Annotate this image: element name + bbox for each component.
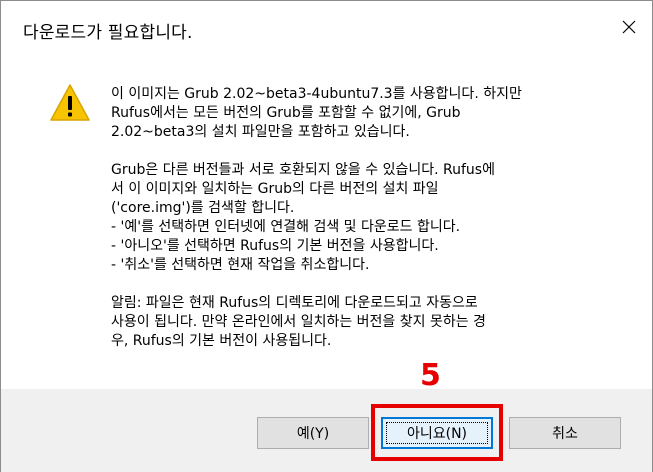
warning-icon: [50, 84, 90, 121]
title-bar: 다운로드가 필요합니다.: [1, 1, 652, 53]
message-line: 2.02~beta3의 설치 파일만을 포함하고 있습니다.: [111, 124, 410, 140]
dialog-message: 이 이미지는 Grub 2.02~beta3-4ubuntu7.3를 사용합니다…: [111, 85, 631, 351]
message-line: - '취소'를 선택하면 현재 작업을 취소합니다.: [111, 257, 370, 273]
message-line: 알림: 파일은 현재 Rufus의 디렉토리에 다운로드되고 자동으로: [111, 295, 478, 311]
message-line: Rufus에서는 모든 버전의 Grub를 포함할 수 없기에, Grub: [111, 105, 461, 121]
cancel-button-label: 취소: [552, 426, 578, 442]
download-required-dialog: 다운로드가 필요합니다. 이 이미지는 Grub 2.02~beta3-4ubu…: [0, 0, 653, 472]
message-line: 우, Rufus의 기본 버전이 사용됩니다.: [111, 333, 332, 349]
message-line: - '아니오'를 선택하면 Rufus의 기본 버전을 사용합니다.: [111, 238, 439, 254]
message-line: ('core.img')를 검색할 합니다.: [111, 200, 295, 216]
yes-button[interactable]: 예(Y): [257, 417, 369, 449]
yes-button-label: 예(Y): [296, 426, 330, 442]
step-number-annotation: 5: [420, 358, 441, 393]
message-line: - '예'를 선택하면 인터넷에 연결해 검색 및 다운로드 합니다.: [111, 219, 461, 235]
close-icon: [622, 20, 636, 34]
cancel-button[interactable]: 취소: [509, 417, 621, 449]
dialog-title: 다운로드가 필요합니다.: [23, 23, 193, 43]
message-line: Grub은 다른 버전들과 서로 호환되지 않을 수 있습니다. Rufus에: [111, 162, 495, 178]
close-button[interactable]: [606, 1, 652, 53]
message-line: 사용이 됩니다. 만약 온라인에서 일치하는 버전을 찾지 못하는 경: [111, 314, 486, 330]
highlight-box-annotation: [371, 404, 503, 461]
message-line: 이 이미지는 Grub 2.02~beta3-4ubuntu7.3를 사용합니다…: [111, 86, 522, 102]
message-line: 서 이 이미지와 일치하는 Grub의 다른 버전의 설치 파일: [111, 181, 439, 197]
